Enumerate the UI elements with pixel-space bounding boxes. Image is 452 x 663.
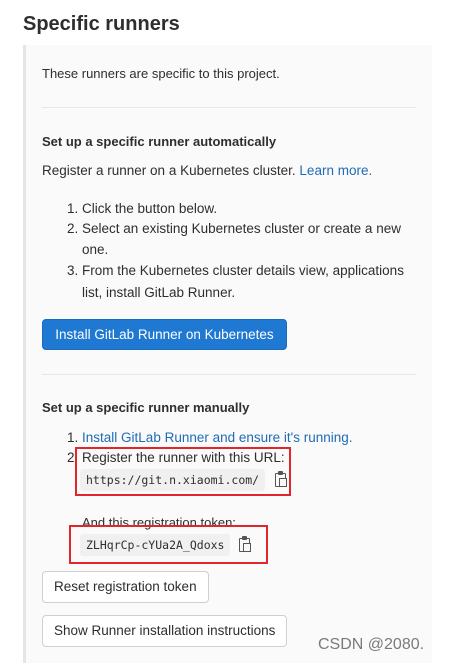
step-text: Click the button below. — [82, 201, 218, 216]
page-title: Specific runners — [23, 13, 180, 35]
step-text: From the Kubernetes cluster details view… — [82, 263, 404, 278]
reset-registration-token-button[interactable]: Reset registration token — [42, 571, 209, 603]
step-number: 3. — [67, 263, 79, 278]
highlight-box-url — [75, 447, 291, 496]
show-runner-instructions-button[interactable]: Show Runner installation instructions — [42, 615, 288, 647]
learn-more-link[interactable]: Learn more. — [299, 163, 372, 178]
watermark-text: CSDN @2080. — [318, 636, 425, 653]
auto-step-2: 2. Select an existing Kubernetes cluster… — [67, 219, 401, 239]
auto-setup-heading: Set up a specific runner automatically — [42, 134, 277, 149]
step-number: 1. — [67, 201, 79, 216]
highlight-box-token — [69, 525, 268, 564]
divider — [42, 374, 416, 375]
step-text: Select an existing Kubernetes cluster or… — [82, 221, 401, 236]
auto-step-3: 3. From the Kubernetes cluster details v… — [67, 261, 404, 281]
install-runner-link[interactable]: Install GitLab Runner and ensure it's ru… — [82, 430, 353, 445]
auto-setup-description: Register a runner on a Kubernetes cluste… — [42, 161, 372, 181]
step-number: 2. — [67, 221, 79, 236]
auto-step-1: 1. Click the button below. — [67, 199, 217, 219]
manual-setup-heading: Set up a specific runner manually — [42, 400, 250, 415]
auto-step-2-continuation: one. — [82, 242, 109, 257]
intro-text: These runners are specific to this proje… — [42, 66, 280, 81]
manual-step-1: 1. Install GitLab Runner and ensure it's… — [67, 428, 353, 448]
auto-step-3-continuation: list, install GitLab Runner. — [82, 285, 236, 300]
auto-desc-text: Register a runner on a Kubernetes cluste… — [42, 163, 296, 178]
divider — [42, 107, 416, 108]
install-runner-kubernetes-button[interactable]: Install GitLab Runner on Kubernetes — [42, 319, 287, 350]
step-number: 1. — [67, 430, 79, 445]
